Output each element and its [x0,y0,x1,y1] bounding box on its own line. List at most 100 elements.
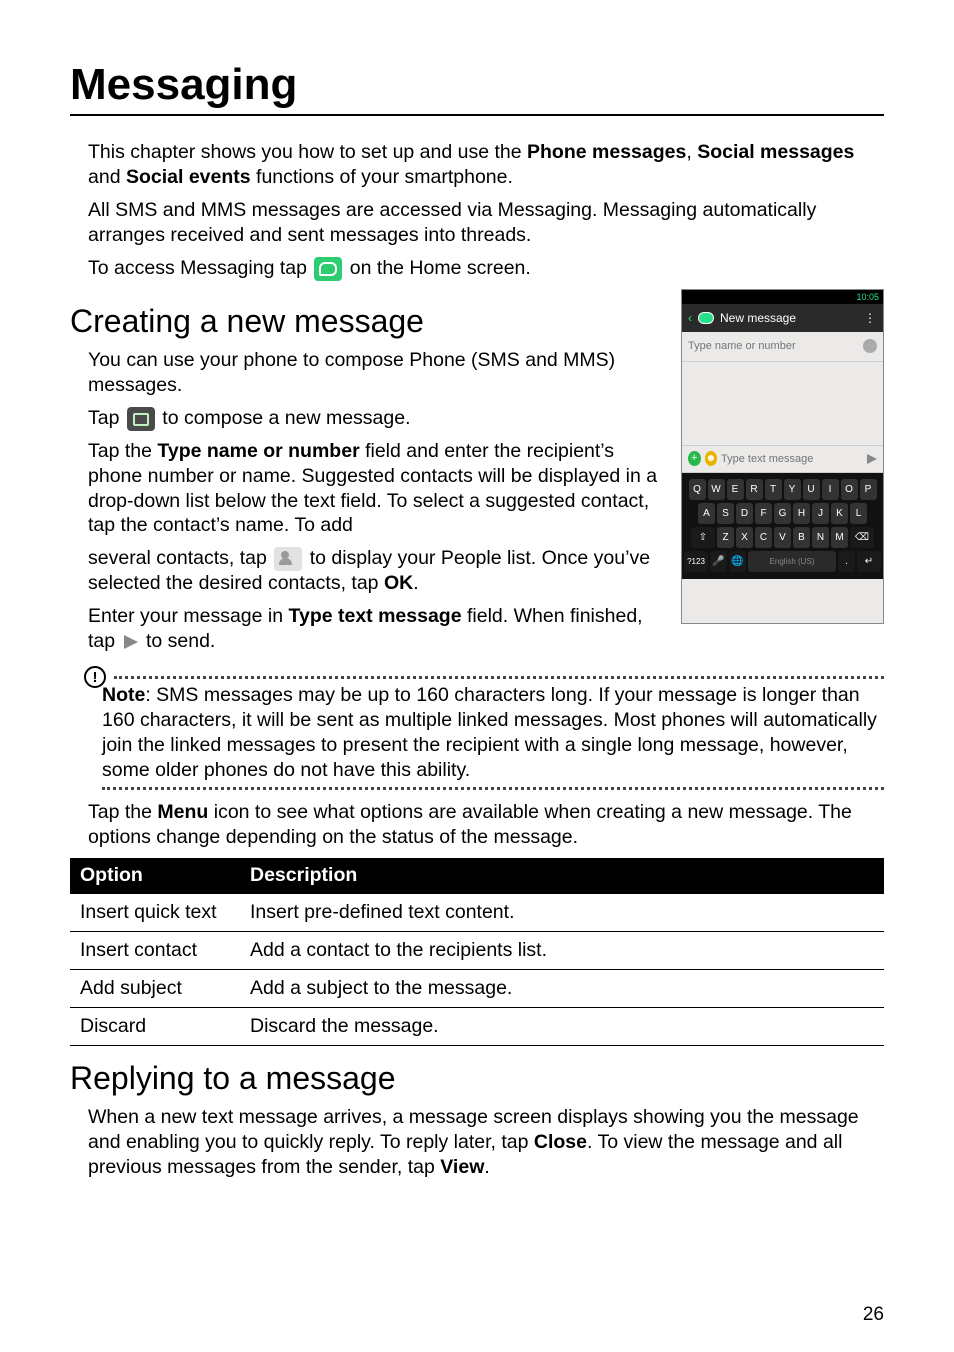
key-s[interactable]: S [717,503,734,524]
heading-creating-message: Creating a new message [70,303,667,340]
key-t[interactable]: T [765,479,782,500]
note-box: ! Note: SMS messages may be up to 160 ch… [88,676,884,790]
keyboard-row-4: ?123 🎤 🌐 English (US) . ↵ [684,551,881,572]
key-enter[interactable]: ↵ [857,551,881,572]
table-cell-option: Insert quick text [70,893,240,931]
bold-social-events: Social events [126,166,251,188]
text: functions of your smartphone. [251,166,513,188]
key-a[interactable]: A [698,503,715,524]
key-r[interactable]: R [746,479,763,500]
key-globe[interactable]: 🌐 [729,551,746,572]
key-u[interactable]: U [803,479,820,500]
table-header-description: Description [240,858,884,894]
key-backspace[interactable]: ⌫ [850,527,874,548]
phone-header-title: New message [720,311,796,325]
create-paragraph-5: Enter your message in Type text message … [88,604,667,654]
reply-paragraph: When a new text message arrives, a messa… [88,1105,884,1180]
phone-add-person-icon[interactable] [863,339,877,353]
key-y[interactable]: Y [784,479,801,500]
key-e[interactable]: E [727,479,744,500]
intro-paragraph-1: This chapter shows you how to set up and… [88,140,884,190]
key-i[interactable]: I [822,479,839,500]
text: Tap [88,407,125,429]
keyboard-row-3: ⇧ Z X C V B N M ⌫ [684,527,881,548]
page-number: 26 [863,1304,884,1326]
note-label: Note [102,684,145,706]
phone-message-row: + ☻ [682,445,883,473]
bold-view: View [440,1156,484,1178]
text: , [686,141,697,163]
text: . [413,572,418,594]
keyboard-row-1: Q W E R T Y U I O P [684,479,881,500]
phone-recipient-input[interactable] [688,340,863,352]
page-title: Messaging [70,60,884,116]
key-m[interactable]: M [831,527,848,548]
bold-type-name-number: Type name or number [157,440,359,462]
key-x[interactable]: X [736,527,753,548]
table-row: Insert contact Add a contact to the reci… [70,931,884,969]
table-row: Add subject Add a subject to the message… [70,969,884,1007]
key-h[interactable]: H [793,503,810,524]
key-period[interactable]: . [838,551,855,572]
text: Tap the [88,440,157,462]
messaging-icon [314,257,342,281]
text: and [88,166,126,188]
key-n[interactable]: N [812,527,829,548]
text: To access Messaging tap [88,257,312,279]
key-z[interactable]: Z [717,527,734,548]
key-mic[interactable]: 🎤 [710,551,727,572]
text: to compose a new message. [162,407,410,429]
key-space[interactable]: English (US) [748,551,836,572]
key-k[interactable]: K [831,503,848,524]
phone-text-input[interactable] [721,453,863,465]
bold-close: Close [534,1131,587,1153]
note-bottom-divider [102,787,884,790]
key-v[interactable]: V [774,527,791,548]
bold-type-text-message: Type text message [289,605,462,627]
create-paragraph-1: You can use your phone to compose Phone … [88,348,667,398]
phone-emoji-icon[interactable]: ☻ [705,451,718,466]
phone-send-icon[interactable] [867,454,877,464]
key-w[interactable]: W [708,479,725,500]
phone-attach-icon[interactable]: + [688,451,701,466]
key-l[interactable]: L [850,503,867,524]
options-table: Option Description Insert quick text Ins… [70,858,884,1046]
create-paragraph-4: several contacts, tap to display your Pe… [88,546,667,596]
phone-clock: 10:05 [856,292,879,302]
add-person-icon [274,547,302,571]
bold-social-messages: Social messages [697,141,854,163]
bold-menu: Menu [157,801,208,823]
key-b[interactable]: B [793,527,810,548]
key-d[interactable]: D [736,503,753,524]
table-header-option: Option [70,858,240,894]
table-cell-desc: Discard the message. [240,1007,884,1045]
bold-phone-messages: Phone messages [527,141,686,163]
phone-back-icon[interactable]: ‹ [688,311,692,325]
note-body: : SMS messages may be up to 160 characte… [102,684,877,781]
phone-menu-icon[interactable]: ⋮ [864,311,877,325]
table-header-row: Option Description [70,858,884,894]
key-symbols[interactable]: ?123 [684,551,708,572]
key-shift[interactable]: ⇧ [691,527,715,548]
compose-icon [127,407,155,431]
key-c[interactable]: C [755,527,772,548]
table-cell-desc: Add a contact to the recipients list. [240,931,884,969]
phone-status-bar: 10:05 [682,290,883,304]
table-cell-option: Insert contact [70,931,240,969]
key-j[interactable]: J [812,503,829,524]
create-paragraph-2: Tap to compose a new message. [88,406,667,431]
intro-paragraph-3: To access Messaging tap on the Home scre… [88,256,884,281]
key-g[interactable]: G [774,503,791,524]
send-icon [124,635,138,649]
key-p[interactable]: P [860,479,877,500]
key-q[interactable]: Q [689,479,706,500]
key-f[interactable]: F [755,503,772,524]
table-cell-option: Add subject [70,969,240,1007]
intro-paragraph-2: All SMS and MMS messages are accessed vi… [88,198,884,248]
key-o[interactable]: O [841,479,858,500]
note-text: Note: SMS messages may be up to 160 char… [88,679,884,787]
bold-ok: OK [384,572,413,594]
phone-chat-icon [698,312,714,324]
phone-keyboard: Q W E R T Y U I O P A S D [682,473,883,579]
table-cell-desc: Add a subject to the message. [240,969,884,1007]
